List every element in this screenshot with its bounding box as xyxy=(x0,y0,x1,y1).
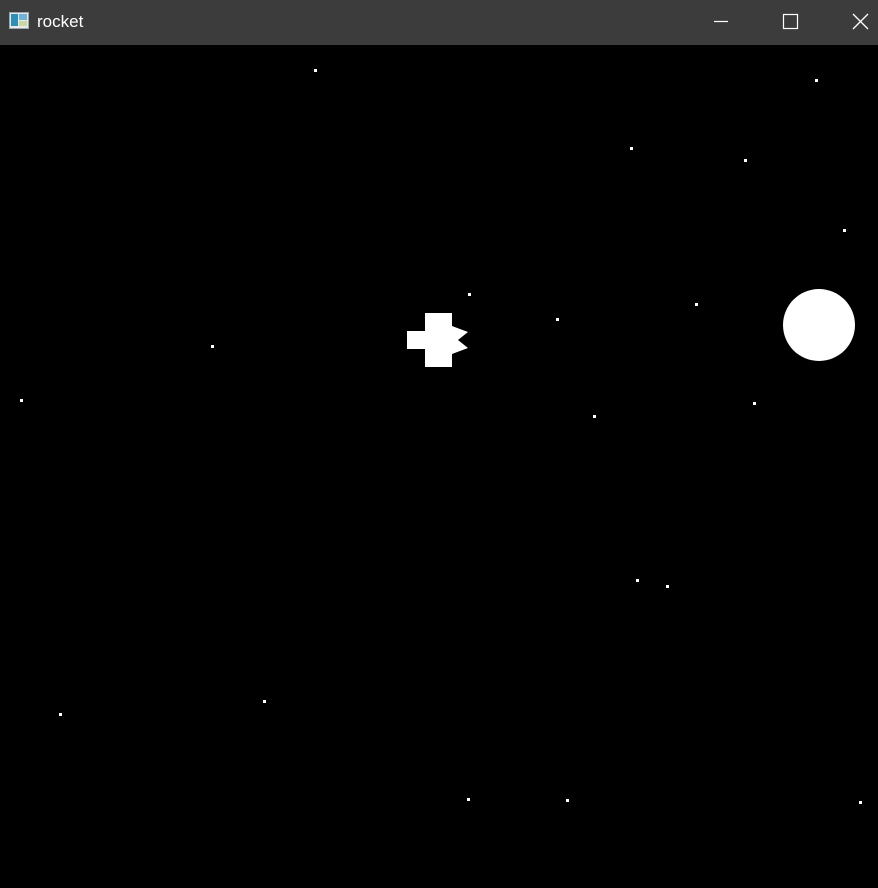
star xyxy=(59,713,62,716)
rocket-wings xyxy=(407,331,453,349)
planet xyxy=(783,289,855,361)
maximize-icon xyxy=(782,13,799,30)
star xyxy=(467,798,470,801)
close-button[interactable] xyxy=(838,0,878,45)
close-icon xyxy=(852,13,869,30)
space-scene xyxy=(20,69,862,804)
title-bar[interactable]: rocket xyxy=(0,0,878,45)
star xyxy=(630,147,633,150)
window-app-icon xyxy=(9,12,29,29)
star xyxy=(815,79,818,82)
star xyxy=(843,229,846,232)
star xyxy=(744,159,747,162)
star xyxy=(211,345,214,348)
rocket xyxy=(407,313,468,367)
star xyxy=(20,399,23,402)
minimize-icon xyxy=(714,20,728,23)
star xyxy=(593,415,596,418)
maximize-button[interactable] xyxy=(767,0,813,45)
star xyxy=(666,585,669,588)
window-title: rocket xyxy=(37,12,84,31)
star xyxy=(859,801,862,804)
star xyxy=(636,579,639,582)
game-window: rocket xyxy=(0,0,878,888)
star xyxy=(566,799,569,802)
star-field xyxy=(20,69,862,804)
star xyxy=(263,700,266,703)
star xyxy=(556,318,559,321)
star xyxy=(314,69,317,72)
rocket-exhaust xyxy=(452,326,468,354)
star xyxy=(468,293,471,296)
minimize-button[interactable] xyxy=(698,0,744,45)
star xyxy=(753,402,756,405)
game-canvas[interactable] xyxy=(0,45,878,888)
star xyxy=(695,303,698,306)
